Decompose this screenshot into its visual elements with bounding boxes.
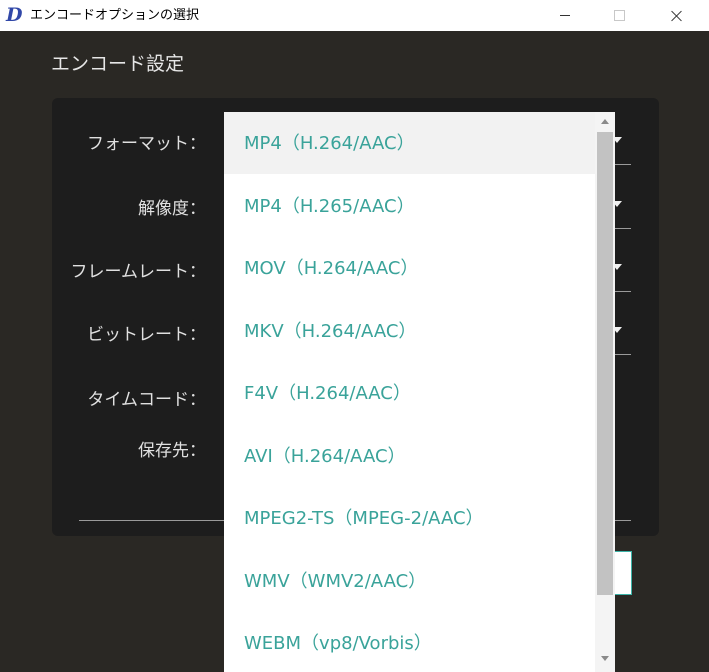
format-dropdown-list[interactable]: MP4（H.264/AAC） MP4（H.265/AAC） MOV（H.264/… [224, 112, 615, 672]
option-label: MPEG2-TS（MPEG-2/AAC） [244, 508, 484, 529]
title-bar: D エンコードオプションの選択 [0, 0, 709, 31]
bit-rate-label: ビットレート： [87, 325, 206, 345]
scrollbar-thumb[interactable] [597, 132, 613, 595]
format-option-mkv[interactable]: MKV（H.264/AAC） [224, 300, 595, 362]
format-option-mpeg2-ts[interactable]: MPEG2-TS（MPEG-2/AAC） [224, 487, 595, 549]
format-option-mp4-h265[interactable]: MP4（H.265/AAC） [224, 175, 595, 237]
scroll-down-icon[interactable] [601, 656, 609, 661]
dropdown-scrollbar[interactable] [595, 112, 615, 672]
format-option-f4v[interactable]: F4V（H.264/AAC） [224, 362, 595, 424]
option-label: MOV（H.264/AAC） [244, 258, 419, 279]
timecode-label: タイムコード： [87, 390, 206, 410]
option-label: MKV（H.264/AAC） [244, 321, 417, 342]
window-title: エンコードオプションの選択 [30, 8, 200, 23]
option-label: WMV（WMV2/AAC） [244, 571, 427, 592]
option-label: AVI（H.264/AAC） [244, 446, 406, 467]
format-option-avi[interactable]: AVI（H.264/AAC） [224, 425, 595, 487]
section-title: エンコード設定 [51, 53, 185, 75]
save-to-label: 保存先： [138, 441, 206, 461]
close-button[interactable] [654, 0, 700, 31]
option-label: WEBM（vp8/Vorbis） [244, 633, 432, 654]
format-option-mp4-h264[interactable]: MP4（H.264/AAC） [224, 112, 595, 174]
minimize-button[interactable] [542, 0, 588, 31]
format-option-mov[interactable]: MOV（H.264/AAC） [224, 237, 595, 299]
format-label: フォーマット： [87, 134, 206, 154]
resolution-label: 解像度： [138, 199, 206, 219]
format-option-webm[interactable]: WEBM（vp8/Vorbis） [224, 612, 595, 672]
format-option-wmv[interactable]: WMV（WMV2/AAC） [224, 550, 595, 612]
option-label: F4V（H.264/AAC） [244, 383, 411, 404]
app-logo-icon: D [6, 4, 23, 26]
frame-rate-label: フレームレート： [70, 262, 207, 282]
option-label: MP4（H.264/AAC） [244, 133, 415, 154]
scroll-up-icon[interactable] [601, 119, 609, 124]
option-label: MP4（H.265/AAC） [244, 196, 415, 217]
maximize-button[interactable] [596, 0, 642, 31]
